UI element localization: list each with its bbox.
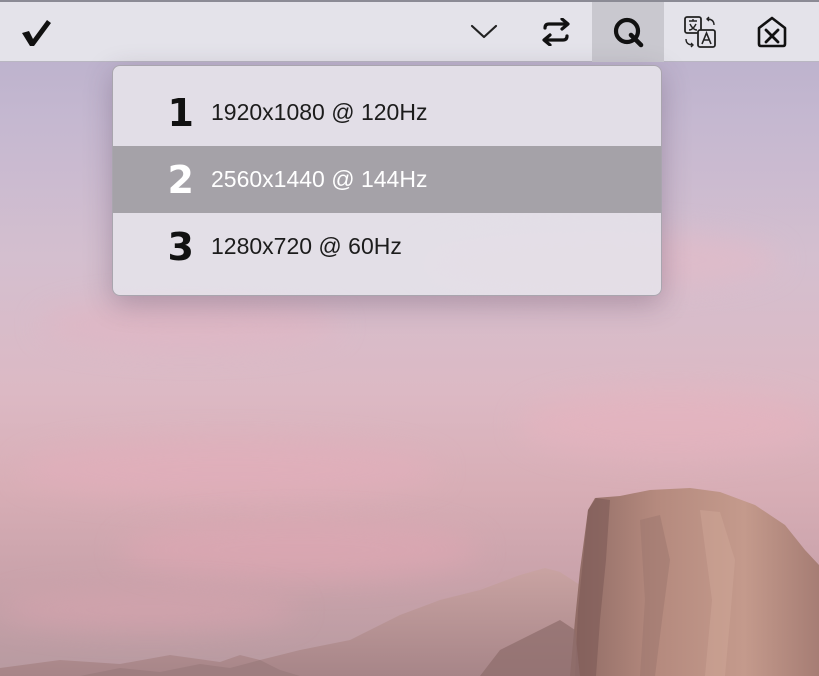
menu-item-number: 1 [167,90,194,135]
q-button[interactable] [592,2,664,62]
swap-button[interactable] [520,2,592,62]
resolution-menu: 1 1920x1080 @ 120Hz 2 2560x1440 @ 144Hz … [112,65,662,296]
translate-icon [684,16,716,48]
menu-item-number: 3 [167,224,194,269]
delete-icon [757,16,787,48]
menu-item-label: 1280x720 @ 60Hz [211,233,402,259]
desktop-screen: 1 1920x1080 @ 120Hz 2 2560x1440 @ 144Hz … [0,0,819,676]
q-icon [613,17,644,48]
swap-arrows-icon [542,18,570,46]
menu-item-1[interactable]: 1 1920x1080 @ 120Hz [113,79,661,146]
chevron-down-icon [470,24,498,39]
translate-button[interactable] [664,2,736,62]
menu-item-2[interactable]: 2 2560x1440 @ 144Hz [113,146,661,213]
menu-item-3[interactable]: 3 1280x720 @ 60Hz [113,213,661,280]
menu-item-number: 2 [167,157,194,202]
delete-button[interactable] [736,2,808,62]
toolbar [0,0,819,62]
confirm-button[interactable] [0,2,72,62]
menu-item-label: 2560x1440 @ 144Hz [211,166,428,192]
expand-button[interactable] [448,2,520,62]
menu-item-label: 1920x1080 @ 120Hz [211,99,428,125]
checkmark-icon [22,20,51,46]
